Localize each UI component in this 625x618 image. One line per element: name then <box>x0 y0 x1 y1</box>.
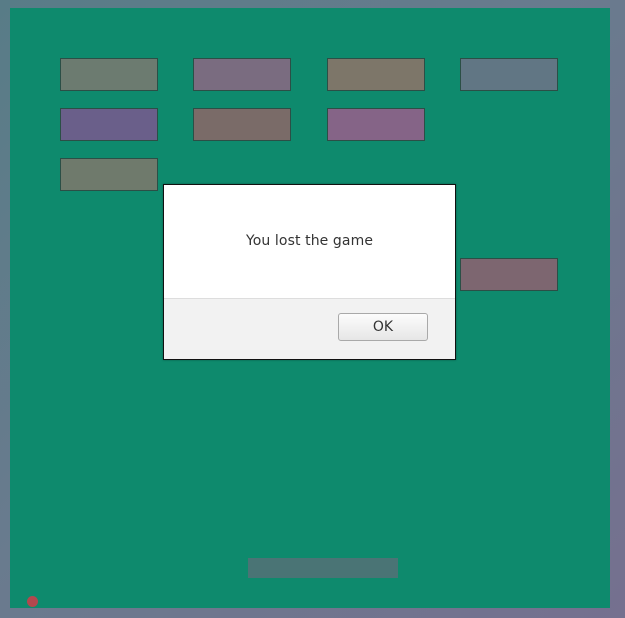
game-over-message: You lost the game <box>245 232 374 249</box>
brick <box>60 158 158 191</box>
game-over-dialog: You lost the game OK <box>163 184 456 360</box>
ok-button[interactable]: OK <box>338 313 428 341</box>
dialog-body: You lost the game <box>164 185 455 298</box>
ball <box>27 596 38 607</box>
paddle[interactable] <box>248 558 398 578</box>
brick <box>327 58 425 91</box>
brick <box>460 258 558 291</box>
brick <box>60 108 158 141</box>
brick <box>327 108 425 141</box>
dialog-footer: OK <box>164 298 455 359</box>
brick <box>60 58 158 91</box>
brick <box>460 58 558 91</box>
brick <box>193 58 291 91</box>
brick <box>193 108 291 141</box>
